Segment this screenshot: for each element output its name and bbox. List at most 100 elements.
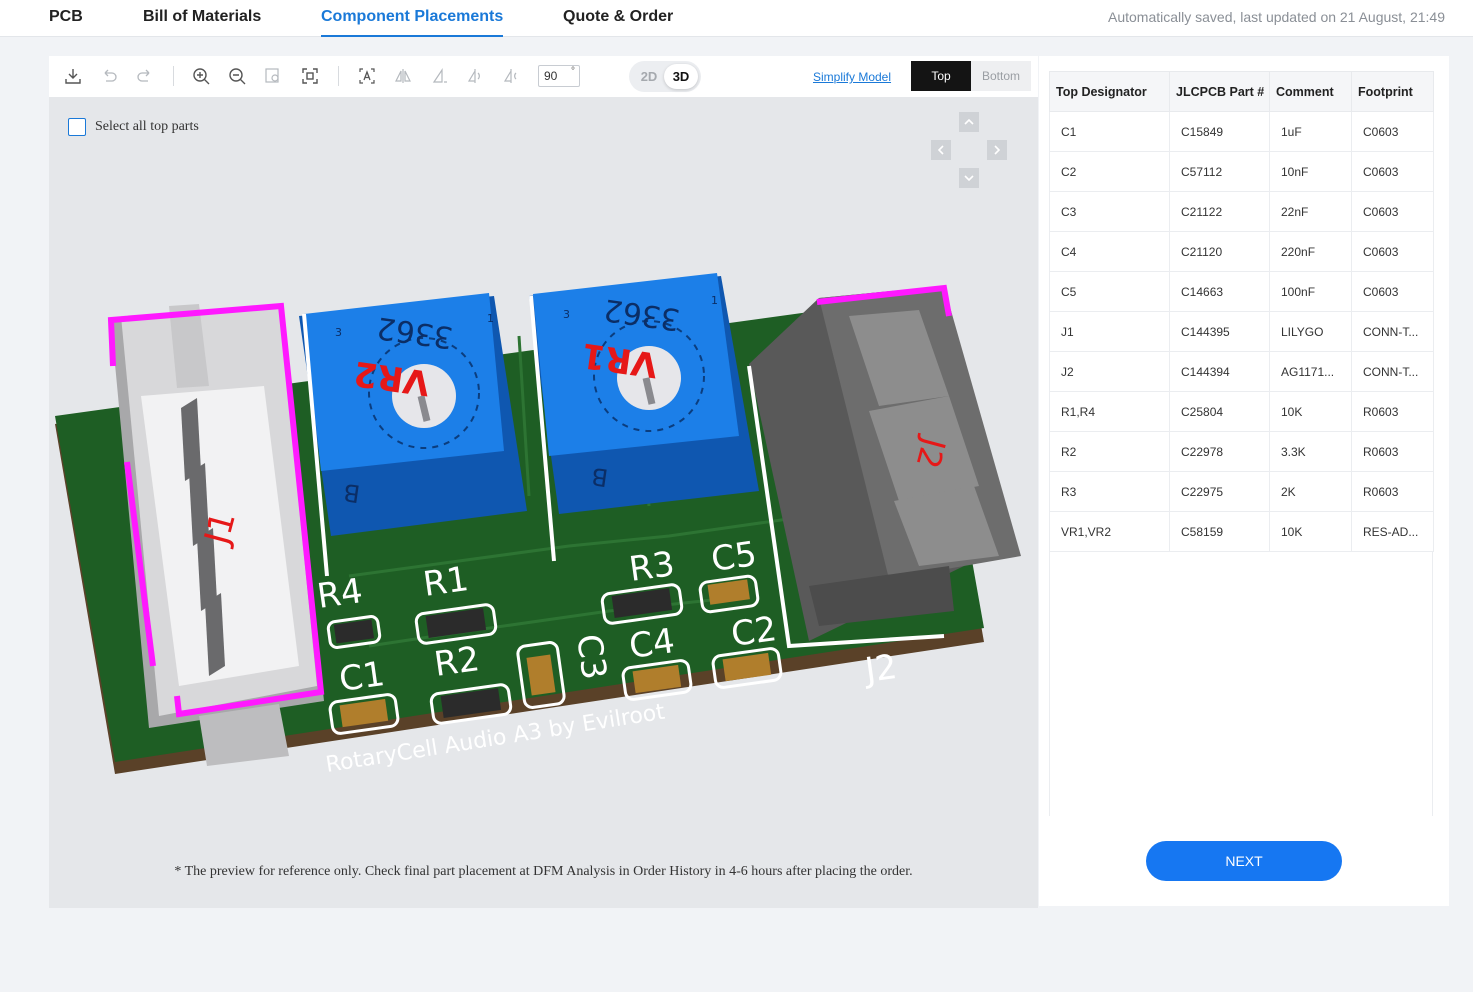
cell-footprint: R0603 [1351, 391, 1434, 432]
select-all-checkbox[interactable] [68, 118, 86, 136]
cell-designator: R2 [1049, 431, 1170, 472]
cell-part-number: C58159 [1169, 511, 1270, 552]
c2-label: C2 [729, 609, 780, 655]
fit-view-icon[interactable] [299, 65, 321, 87]
cell-part-number: C15849 [1169, 111, 1270, 152]
cell-designator: C5 [1049, 271, 1170, 312]
redo-icon[interactable] [134, 65, 156, 87]
tab-component-placements[interactable]: Component Placements [321, 8, 504, 37]
table-row[interactable]: R2 C22978 3.3K R0603 [1049, 431, 1434, 472]
tab-bill-of-materials[interactable]: Bill of Materials [143, 8, 261, 37]
download-icon[interactable] [62, 65, 84, 87]
r4-label: R4 [315, 571, 365, 617]
flip-horizontal-icon[interactable] [392, 65, 414, 87]
vr1-potentiometer[interactable]: VR1 3362 B 1 3 [529, 273, 759, 514]
vr2-potentiometer[interactable]: VR2 3362 B 1 3 [299, 293, 527, 536]
column-header-footprint[interactable]: Footprint [1351, 71, 1434, 112]
rotate-right-icon[interactable] [500, 65, 522, 87]
pan-left-button[interactable] [931, 140, 951, 160]
cell-comment: 2K [1269, 471, 1352, 512]
table-row[interactable]: J1 C144395 LILYGO CONN-T... [1049, 311, 1434, 352]
cell-comment: 3.3K [1269, 431, 1352, 472]
column-header-top-designator[interactable]: Top Designator [1049, 71, 1170, 112]
j2-silkscreen-label: J2 [861, 647, 900, 691]
cell-comment: 100nF [1269, 271, 1352, 312]
next-button[interactable]: NEXT [1146, 841, 1342, 881]
chevron-down-icon [964, 175, 974, 182]
tab-pcb[interactable]: PCB [49, 8, 83, 37]
r3-label: R3 [627, 544, 677, 590]
vr1-pin3-label: 3 [563, 308, 570, 321]
cell-comment: 220nF [1269, 231, 1352, 272]
table-row[interactable]: J2 C144394 AG1171... CONN-T... [1049, 351, 1434, 392]
viewer-toolbar: 90 ° 2D 3D Simplify Model Top Bottom [49, 56, 1038, 97]
view-mode-toggle: 2D 3D [629, 61, 701, 92]
cell-footprint: C0603 [1351, 111, 1434, 152]
cell-comment: 22nF [1269, 191, 1352, 232]
chevron-left-icon [937, 145, 944, 155]
pan-up-button[interactable] [959, 112, 979, 132]
side-toggle: Top Bottom [911, 61, 1031, 91]
vr2-pin3-label: 3 [335, 326, 342, 339]
top-side-button[interactable]: Top [911, 61, 971, 91]
cell-part-number: C14663 [1169, 271, 1270, 312]
c3-label: C3 [568, 632, 614, 683]
table-row[interactable]: C5 C14663 100nF C0603 [1049, 271, 1434, 312]
column-header-comment[interactable]: Comment [1269, 71, 1352, 112]
rotate-left-icon[interactable] [464, 65, 486, 87]
table-row[interactable]: C3 C21122 22nF C0603 [1049, 191, 1434, 232]
tab-quote-order[interactable]: Quote & Order [563, 8, 673, 37]
cell-footprint: C0603 [1351, 151, 1434, 192]
table-row[interactable]: C1 C15849 1uF C0603 [1049, 111, 1434, 152]
cell-designator: R1,R4 [1049, 391, 1170, 432]
view-3d-button[interactable]: 3D [664, 64, 698, 89]
pcb-viewer[interactable]: 90 ° 2D 3D Simplify Model Top Bottom Sel… [49, 56, 1038, 908]
select-all-label: Select all top parts [95, 119, 199, 134]
text-icon[interactable] [356, 65, 378, 87]
rotation-unit: ° [571, 66, 575, 77]
cell-part-number: C57112 [1169, 151, 1270, 192]
vr2-pin1-label: 1 [487, 312, 494, 325]
chevron-up-icon [964, 118, 974, 125]
toolbar-divider [338, 66, 339, 86]
c4-label: C4 [627, 621, 678, 667]
cell-footprint: CONN-T... [1351, 351, 1434, 392]
cell-designator: VR1,VR2 [1049, 511, 1170, 552]
zoom-selection-icon[interactable] [262, 65, 284, 87]
pcb-3d-model[interactable]: J1 VR2 3362 B 1 3 VR1 3362 B 1 3 J2 R4 R… [49, 246, 1038, 786]
toolbar-divider [173, 66, 174, 86]
cell-designator: C2 [1049, 151, 1170, 192]
cell-footprint: R0603 [1351, 431, 1434, 472]
cell-comment: LILYGO [1269, 311, 1352, 352]
undo-icon[interactable] [98, 65, 120, 87]
top-nav: PCB Bill of Materials Component Placemen… [0, 0, 1473, 37]
r2-label: R2 [432, 639, 482, 685]
simplify-model-link[interactable]: Simplify Model [813, 70, 891, 84]
c5-label: C5 [709, 534, 760, 580]
cell-footprint: RES-AD... [1351, 511, 1434, 552]
cell-footprint: C0603 [1351, 231, 1434, 272]
table-row[interactable]: VR1,VR2 C58159 10K RES-AD... [1049, 511, 1434, 552]
vr1-pin1-label: 1 [711, 294, 718, 307]
zoom-out-icon[interactable] [226, 65, 248, 87]
pan-right-button[interactable] [987, 140, 1007, 160]
view-2d-button[interactable]: 2D [632, 64, 666, 89]
cell-part-number: C22975 [1169, 471, 1270, 512]
cell-footprint: C0603 [1351, 271, 1434, 312]
table-row[interactable]: C4 C21120 220nF C0603 [1049, 231, 1434, 272]
table-row[interactable]: R3 C22975 2K R0603 [1049, 471, 1434, 512]
cell-part-number: C21122 [1169, 191, 1270, 232]
column-header-jlcpcb-part[interactable]: JLCPCB Part # [1169, 71, 1270, 112]
pan-down-button[interactable] [959, 168, 979, 188]
zoom-in-icon[interactable] [190, 65, 212, 87]
placement-table: Top Designator JLCPCB Part # Comment Foo… [1049, 71, 1434, 552]
table-row[interactable]: C2 C57112 10nF C0603 [1049, 151, 1434, 192]
bottom-side-button[interactable]: Bottom [971, 61, 1031, 91]
flip-vertical-icon[interactable] [428, 65, 450, 87]
cell-comment: 10nF [1269, 151, 1352, 192]
cell-designator: C3 [1049, 191, 1170, 232]
table-row[interactable]: R1,R4 C25804 10K R0603 [1049, 391, 1434, 432]
preview-disclaimer: * The preview for reference only. Check … [174, 864, 913, 879]
cell-comment: 1uF [1269, 111, 1352, 152]
r1-label: R1 [421, 559, 471, 605]
